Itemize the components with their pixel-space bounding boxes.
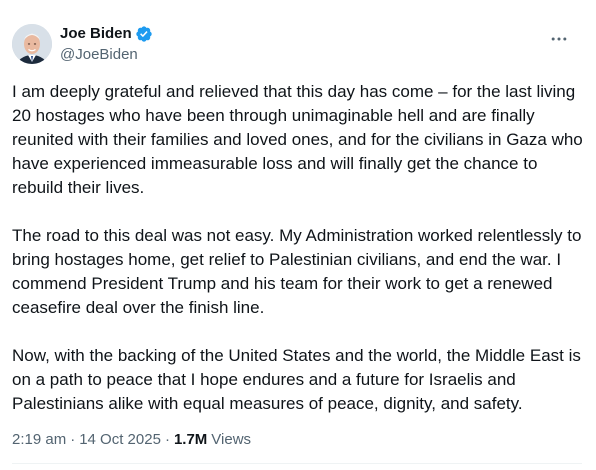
author-handle[interactable]: @JoeBiden — [60, 45, 153, 65]
tweet-paragraph: I am deeply grateful and relieved that t… — [12, 82, 583, 197]
more-horizontal-icon — [549, 29, 569, 49]
tweet-meta: 2:19 am · 14 Oct 2025 · 1.7M Views — [12, 430, 251, 450]
tweet-card: Joe Biden @JoeBiden I am deeply grateful… — [0, 0, 596, 470]
verified-badge-icon[interactable] — [135, 25, 153, 43]
tweet-header: Joe Biden @JoeBiden — [12, 22, 582, 66]
views-label[interactable]: Views — [211, 430, 251, 450]
tweet-paragraph: The road to this deal was not easy. My A… — [12, 226, 582, 317]
tweet-text: I am deeply grateful and relieved that t… — [12, 80, 586, 416]
meta-separator: · — [164, 431, 170, 448]
meta-separator: · — [70, 431, 76, 448]
more-button[interactable] — [542, 22, 576, 56]
display-name-row: Joe Biden — [60, 24, 153, 44]
tweet-paragraph: Now, with the backing of the United Stat… — [12, 346, 581, 413]
avatar[interactable] — [12, 24, 52, 64]
views-count[interactable]: 1.7M — [174, 430, 207, 450]
divider — [12, 463, 582, 464]
tweet-date[interactable]: 14 Oct 2025 — [79, 430, 161, 450]
author-names: Joe Biden @JoeBiden — [60, 24, 153, 65]
tweet-time[interactable]: 2:19 am — [12, 430, 66, 450]
display-name[interactable]: Joe Biden — [60, 24, 132, 44]
